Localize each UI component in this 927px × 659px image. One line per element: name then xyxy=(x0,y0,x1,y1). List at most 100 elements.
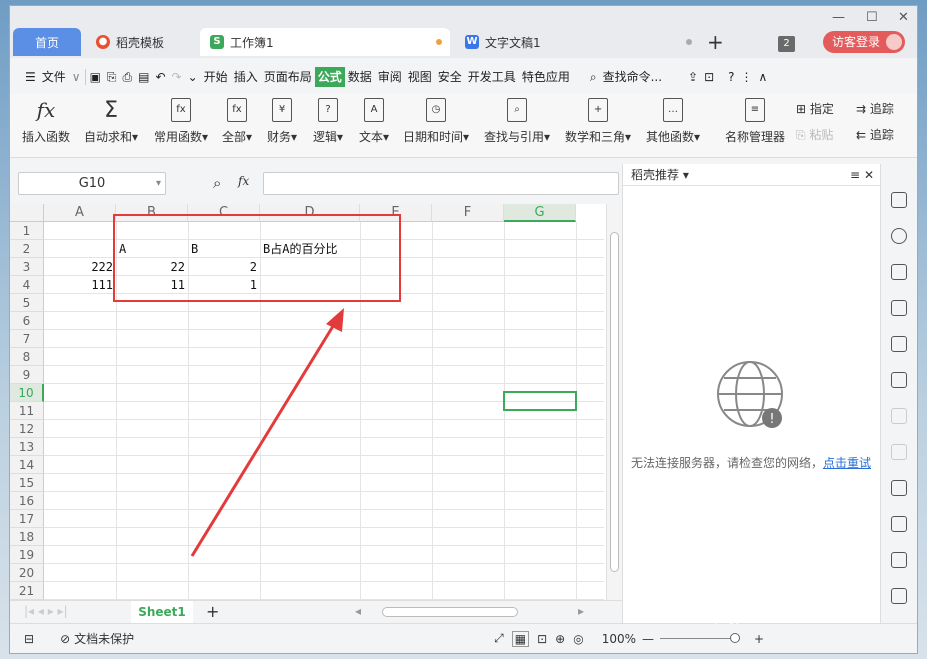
menu-page-layout[interactable]: 页面布局 xyxy=(261,67,315,87)
zoom-level[interactable]: 100% xyxy=(602,632,636,646)
quick-access-dropdown-icon[interactable]: ⌄ xyxy=(185,67,201,87)
print-icon[interactable]: ⎙ xyxy=(120,67,136,87)
retry-link[interactable]: 点击重试 xyxy=(823,456,871,470)
finance-button[interactable]: ¥ 财务▾ xyxy=(267,98,297,145)
share-icon[interactable]: ⇪ xyxy=(685,67,701,87)
panel-menu-icon[interactable]: ≡ xyxy=(850,164,860,186)
undo-icon[interactable]: ↶ xyxy=(152,67,168,87)
fx-icon[interactable]: fx xyxy=(238,174,249,188)
tab-template[interactable]: ● 稻壳模板 xyxy=(86,28,196,56)
menu-file[interactable]: 文件 xyxy=(39,67,69,87)
menu-developer[interactable]: 开发工具 xyxy=(465,67,519,87)
vertical-scrollbar[interactable] xyxy=(606,204,622,600)
chart-icon[interactable] xyxy=(891,372,907,388)
zoom-out-icon[interactable]: — xyxy=(642,632,654,646)
tab-home[interactable]: 首页 xyxy=(13,28,81,56)
archive-icon[interactable] xyxy=(891,552,907,568)
horizontal-scrollbar[interactable] xyxy=(382,607,518,617)
row-header[interactable]: 5 xyxy=(10,294,44,312)
help-icon[interactable]: ? xyxy=(725,67,737,87)
redo-icon[interactable]: ↷ xyxy=(169,67,185,87)
row-header[interactable]: 18 xyxy=(10,528,44,546)
command-search[interactable]: 查找命令... xyxy=(600,67,665,87)
style-icon[interactable] xyxy=(891,264,907,280)
macro-icon[interactable]: ⊟ xyxy=(24,632,34,646)
row-header[interactable]: 7 xyxy=(10,330,44,348)
row-header[interactable]: 10 xyxy=(10,384,44,402)
save-icon[interactable]: ▣ xyxy=(87,67,104,87)
selected-cell-g10[interactable] xyxy=(503,391,577,411)
menu-formula[interactable]: 公式 xyxy=(314,67,345,87)
chevron-down-icon[interactable]: ▾ xyxy=(156,173,161,194)
define-name-button[interactable]: ⊞ 指定 xyxy=(796,100,834,117)
lookup-button[interactable]: ⌕ 查找与引用▾ xyxy=(484,98,550,145)
trace-precedents-button[interactable]: ⇉ 追踪 xyxy=(856,100,894,117)
apps-icon[interactable] xyxy=(891,336,907,352)
logic-button[interactable]: ? 逻辑▾ xyxy=(313,98,343,145)
menu-view[interactable]: 视图 xyxy=(405,67,435,87)
autosum-button[interactable]: Σ 自动求和▾ xyxy=(84,98,138,145)
print-preview-icon[interactable]: ▤ xyxy=(135,67,152,87)
row-header[interactable]: 14 xyxy=(10,456,44,474)
close-window-button[interactable]: ✕ xyxy=(898,10,909,25)
select-all-corner[interactable] xyxy=(10,204,44,222)
search-icon[interactable]: ⌕ xyxy=(587,67,600,87)
paste-name-button[interactable]: ⎘ 粘贴 xyxy=(796,126,833,143)
common-functions-button[interactable]: fx 常用函数▾ xyxy=(154,98,208,145)
row-header[interactable]: 6 xyxy=(10,312,44,330)
menu-security[interactable]: 安全 xyxy=(435,67,465,87)
spreadsheet-grid[interactable]: A B C D E F G 1 2 3 4 5 6 7 8 9 10 11 12 13 14 15 16 17 1… xyxy=(10,204,622,600)
collab-icon[interactable]: ⊡ xyxy=(701,67,717,87)
trace-dependents-button[interactable]: ⇇ 追踪 xyxy=(856,126,894,143)
scrollbar-thumb[interactable] xyxy=(610,232,619,572)
add-sheet-button[interactable]: + xyxy=(206,602,219,621)
sheet-nav-icons[interactable]: |◂ ◂ ▸ ▸| xyxy=(24,604,68,618)
row-header[interactable]: 4 xyxy=(10,276,44,294)
column-header[interactable]: F xyxy=(432,204,504,222)
visitor-login-button[interactable]: 访客登录 xyxy=(823,31,905,53)
share-icon[interactable] xyxy=(891,516,907,532)
math-button[interactable]: + 数学和三角▾ xyxy=(565,98,631,145)
export-icon[interactable] xyxy=(891,444,907,460)
row-header[interactable]: 17 xyxy=(10,510,44,528)
row-header[interactable]: 20 xyxy=(10,564,44,582)
sheet-tab-sheet1[interactable]: Sheet1 xyxy=(131,601,193,623)
row-header[interactable]: 19 xyxy=(10,546,44,564)
menu-review[interactable]: 审阅 xyxy=(375,67,405,87)
window-count-badge[interactable]: 2 xyxy=(778,36,795,52)
row-header[interactable]: 12 xyxy=(10,420,44,438)
formula-input[interactable] xyxy=(263,172,619,195)
menu-start[interactable]: 开始 xyxy=(201,67,231,87)
zoom-slider-thumb[interactable] xyxy=(730,633,741,643)
row-header[interactable]: 11 xyxy=(10,402,44,420)
cell-a3[interactable]: 111 xyxy=(44,276,116,294)
picture-icon[interactable] xyxy=(891,588,907,604)
menu-insert[interactable]: 插入 xyxy=(231,67,261,87)
add-tab-button[interactable]: + xyxy=(707,30,724,54)
page-layout-view-icon[interactable]: ⊕ xyxy=(555,632,565,646)
eye-protection-icon[interactable]: ◎ xyxy=(573,632,583,646)
settings-icon[interactable] xyxy=(891,408,907,424)
image-icon[interactable] xyxy=(891,480,907,496)
page-break-view-icon[interactable]: ⊡ xyxy=(537,632,547,646)
format-painter-icon[interactable]: ⎘ xyxy=(104,67,120,87)
scroll-left-icon[interactable]: ◂ xyxy=(355,604,361,618)
datetime-button[interactable]: ◷ 日期和时间▾ xyxy=(403,98,469,145)
maximize-button[interactable]: ☐ xyxy=(866,10,878,25)
table-icon[interactable] xyxy=(891,300,907,316)
tab-workbook[interactable]: S 工作簿1 xyxy=(200,28,450,56)
fullscreen-icon[interactable]: ⤢ xyxy=(494,631,504,646)
pointer-icon[interactable] xyxy=(891,192,907,208)
zoom-search-icon[interactable]: ⌕ xyxy=(213,174,221,192)
minimize-button[interactable]: — xyxy=(832,10,845,25)
row-header[interactable]: 15 xyxy=(10,474,44,492)
zoom-in-icon[interactable]: + xyxy=(754,632,764,646)
row-header[interactable]: 9 xyxy=(10,366,44,384)
more-icon[interactable]: ⋮ xyxy=(738,67,756,87)
menu-features[interactable]: 特色应用 xyxy=(519,67,573,87)
scroll-right-icon[interactable]: ▸ xyxy=(578,604,584,618)
all-functions-button[interactable]: fx 全部▾ xyxy=(222,98,252,145)
cell-a2[interactable]: 222 xyxy=(44,258,116,276)
row-header[interactable]: 21 xyxy=(10,582,44,600)
row-header[interactable]: 16 xyxy=(10,492,44,510)
